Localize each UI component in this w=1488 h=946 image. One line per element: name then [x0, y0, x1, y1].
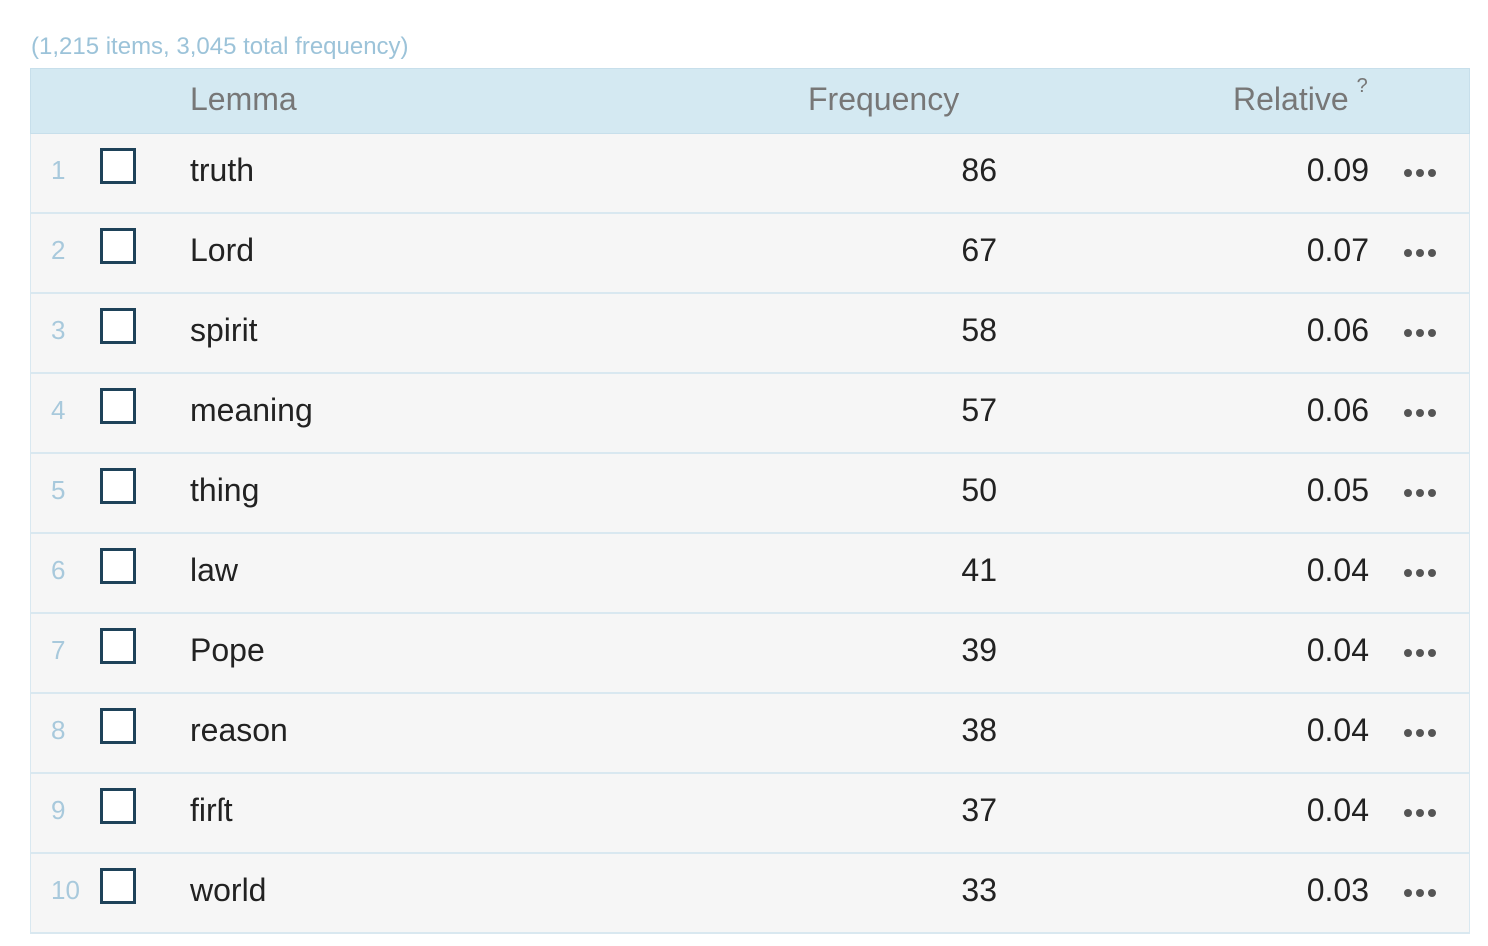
table-row: 8 reason 38 0.04 [30, 694, 1470, 774]
more-options-icon[interactable] [1400, 318, 1440, 348]
frequency-cell: 39 [961, 632, 997, 668]
lemma-cell[interactable]: Lord [190, 231, 254, 269]
relative-cell: 0.05 [1306, 472, 1369, 508]
row-select-checkbox[interactable] [100, 628, 136, 664]
row-number: 7 [51, 635, 66, 665]
table-row: 4 meaning 57 0.06 [30, 374, 1470, 454]
lemma-cell[interactable]: world [190, 871, 266, 909]
more-options-icon[interactable] [1400, 158, 1440, 188]
row-number: 6 [51, 555, 66, 585]
row-number: 2 [51, 235, 66, 265]
lemma-cell[interactable]: spirit [190, 311, 258, 349]
more-options-icon[interactable] [1400, 558, 1440, 588]
row-select-checkbox[interactable] [100, 548, 136, 584]
lemma-cell[interactable]: Pope [190, 631, 265, 669]
relative-cell: 0.09 [1306, 152, 1369, 188]
more-options-icon[interactable] [1400, 718, 1440, 748]
more-options-icon[interactable] [1400, 638, 1440, 668]
row-number: 9 [51, 795, 66, 825]
row-number: 1 [51, 155, 66, 185]
more-options-icon[interactable] [1400, 478, 1440, 508]
lemma-cell[interactable]: truth [190, 151, 254, 189]
more-options-icon[interactable] [1400, 878, 1440, 908]
relative-cell: 0.04 [1306, 552, 1369, 588]
results-summary: (1,215 items, 3,045 total frequency) [31, 33, 409, 60]
row-select-checkbox[interactable] [100, 308, 136, 344]
frequency-cell: 38 [961, 712, 997, 748]
lemma-cell[interactable]: law [190, 551, 238, 589]
frequency-cell: 50 [961, 472, 997, 508]
table-row: 3 spirit 58 0.06 [30, 294, 1470, 374]
table-body: 1 truth 86 0.09 2 Lord 67 0.07 3 spirit … [30, 134, 1470, 934]
lemma-cell[interactable]: thing [190, 471, 259, 509]
relative-cell: 0.04 [1306, 632, 1369, 668]
relative-cell: 0.06 [1306, 392, 1369, 428]
row-select-checkbox[interactable] [100, 148, 136, 184]
column-header-frequency[interactable]: Frequency [808, 69, 959, 133]
table-row: 10 world 33 0.03 [30, 854, 1470, 934]
table-row: 5 thing 50 0.05 [30, 454, 1470, 534]
relative-cell: 0.04 [1306, 712, 1369, 748]
frequency-cell: 67 [961, 232, 997, 268]
row-select-checkbox[interactable] [100, 708, 136, 744]
table-header: Lemma Frequency Relative? [30, 68, 1470, 134]
row-select-checkbox[interactable] [100, 468, 136, 504]
more-options-icon[interactable] [1400, 238, 1440, 268]
frequency-cell: 41 [961, 552, 997, 588]
table-row: 6 law 41 0.04 [30, 534, 1470, 614]
table-row: 9 firſt 37 0.04 [30, 774, 1470, 854]
relative-cell: 0.03 [1306, 872, 1369, 908]
row-number: 3 [51, 315, 66, 345]
more-options-icon[interactable] [1400, 798, 1440, 828]
row-select-checkbox[interactable] [100, 388, 136, 424]
frequency-cell: 33 [961, 872, 997, 908]
row-number: 5 [51, 475, 66, 505]
relative-cell: 0.07 [1306, 232, 1369, 268]
frequency-cell: 86 [961, 152, 997, 188]
row-select-checkbox[interactable] [100, 228, 136, 264]
table-row: 1 truth 86 0.09 [30, 134, 1470, 214]
lemma-frequency-table: Lemma Frequency Relative? 1 truth 86 0.0… [30, 68, 1470, 934]
column-header-relative-label: Relative [1233, 81, 1349, 117]
frequency-cell: 37 [961, 792, 997, 828]
more-options-icon[interactable] [1400, 398, 1440, 428]
lemma-cell[interactable]: reason [190, 711, 288, 749]
table-row: 7 Pope 39 0.04 [30, 614, 1470, 694]
row-number: 8 [51, 715, 66, 745]
row-select-checkbox[interactable] [100, 868, 136, 904]
frequency-cell: 57 [961, 392, 997, 428]
frequency-cell: 58 [961, 312, 997, 348]
column-header-lemma[interactable]: Lemma [190, 69, 297, 133]
relative-help-icon[interactable]: ? [1357, 75, 1368, 97]
table-row: 2 Lord 67 0.07 [30, 214, 1470, 294]
relative-cell: 0.06 [1306, 312, 1369, 348]
lemma-cell[interactable]: meaning [190, 391, 313, 429]
row-number: 10 [51, 875, 80, 905]
relative-cell: 0.04 [1306, 792, 1369, 828]
row-number: 4 [51, 395, 66, 425]
row-select-checkbox[interactable] [100, 788, 136, 824]
column-header-relative[interactable]: Relative? [1233, 69, 1368, 133]
lemma-cell[interactable]: firſt [190, 791, 233, 829]
